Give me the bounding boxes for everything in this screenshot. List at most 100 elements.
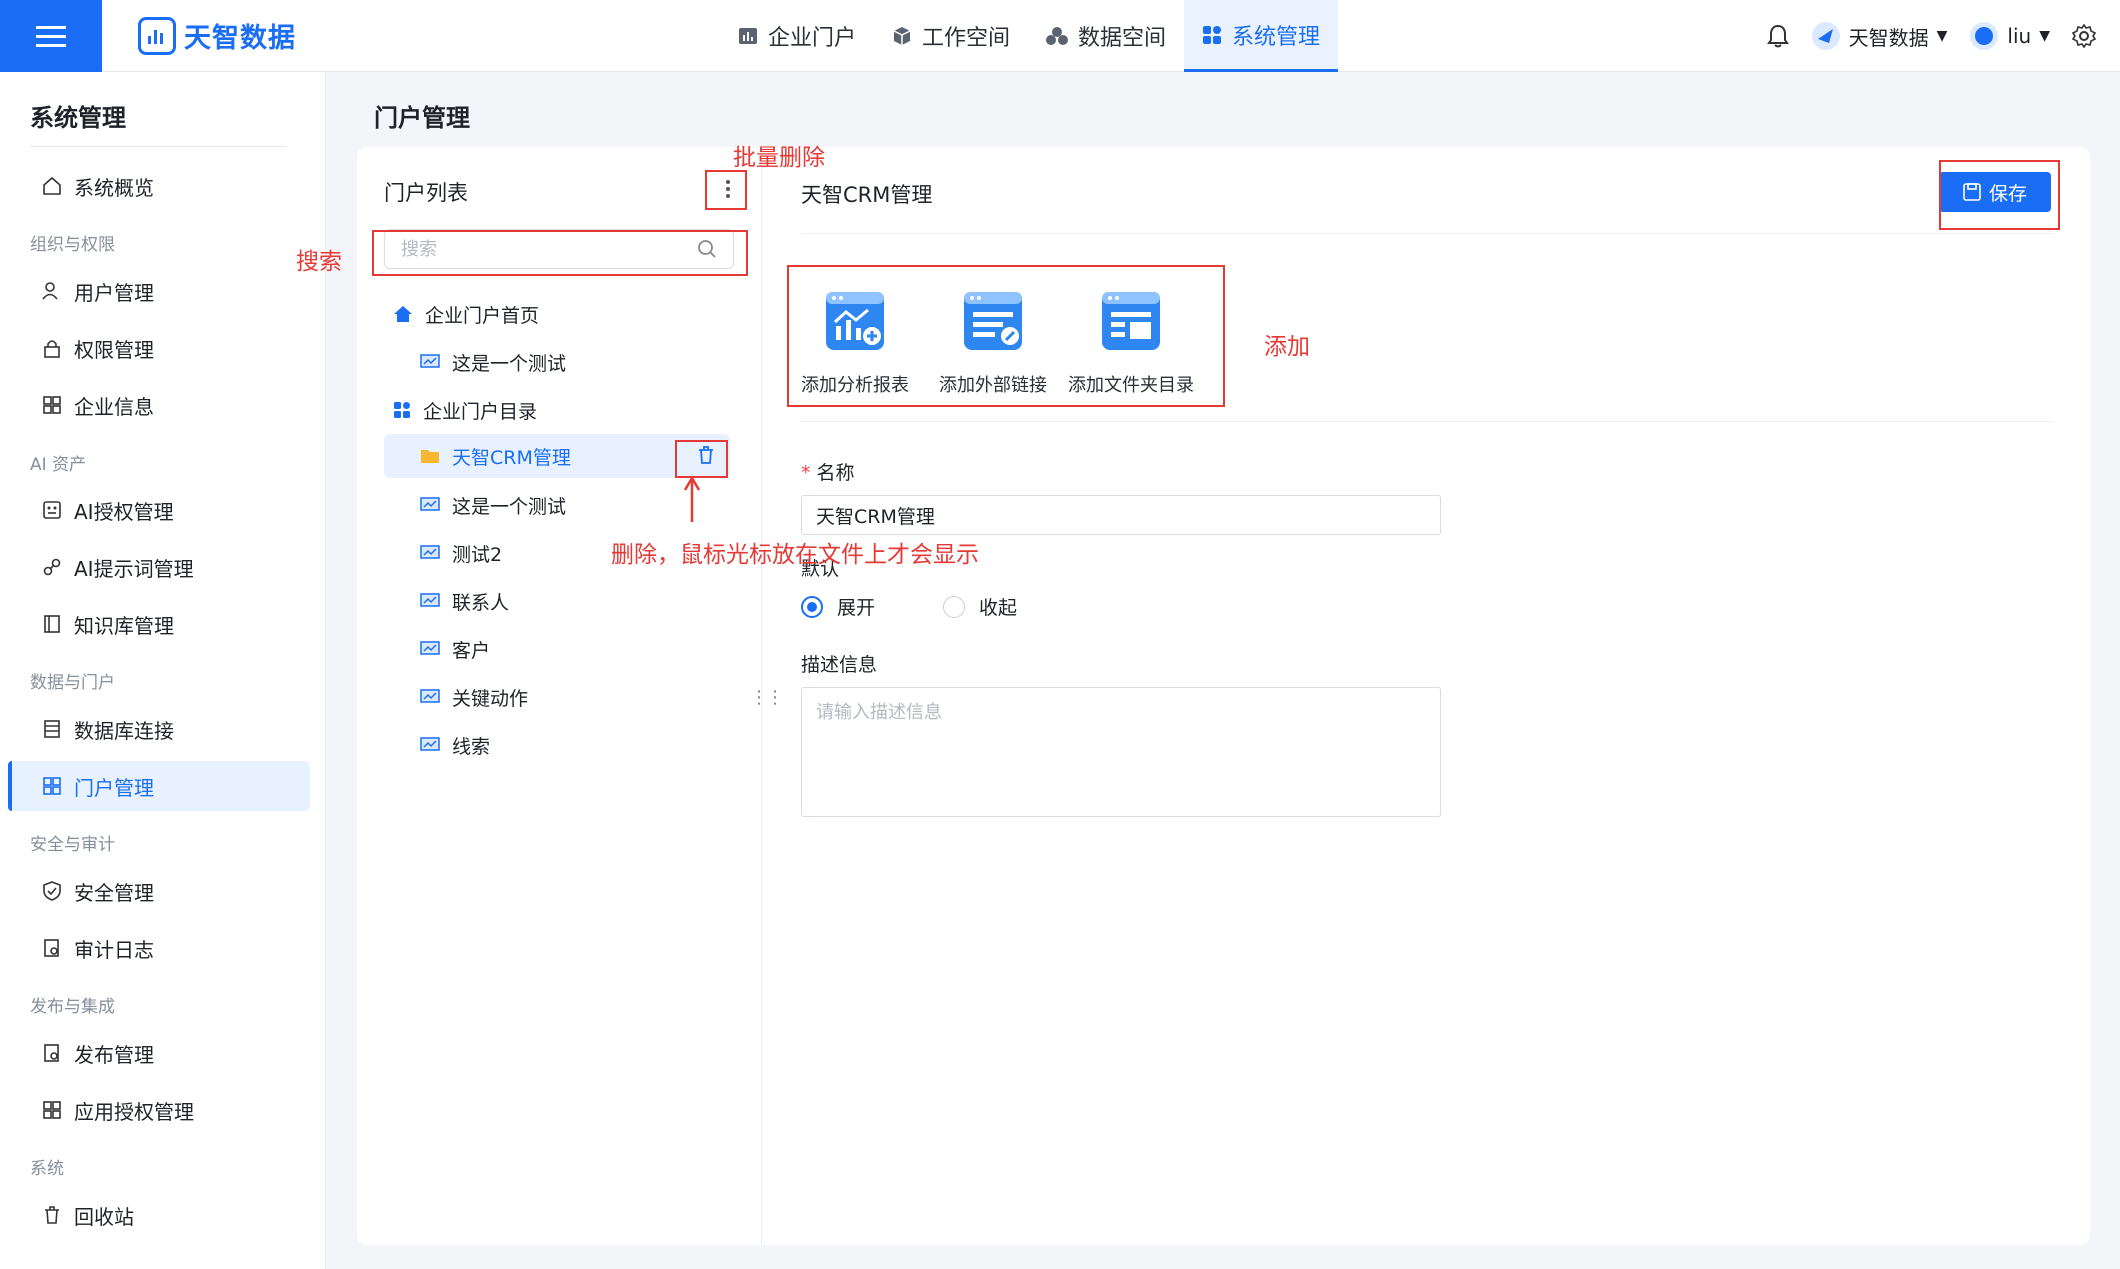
gear-icon — [2072, 24, 2096, 48]
sidebar-group-label: 系统 — [30, 1159, 64, 1179]
annotation-box-delete — [675, 440, 728, 478]
required-marker: * — [801, 462, 811, 484]
settings-button[interactable] — [2072, 24, 2096, 48]
drag-handle-icon[interactable]: ⋮⋮ — [750, 687, 784, 708]
bell-icon — [1766, 24, 1789, 48]
tree-node-report[interactable]: 测试2 — [420, 531, 502, 575]
sidebar-item-security[interactable]: 安全管理 — [8, 866, 310, 916]
user-menu[interactable]: liu ▼ — [1969, 21, 2050, 51]
document-search-icon — [44, 939, 59, 957]
bar-chart-icon — [739, 28, 757, 44]
report-chart-icon — [420, 641, 440, 655]
sidebar-item-users[interactable]: 用户管理 — [8, 266, 310, 316]
org-avatar-icon — [1811, 22, 1840, 50]
expand-radio[interactable] — [801, 595, 823, 618]
nav-tab-enterprise-portal[interactable]: 企业门户 — [720, 0, 874, 72]
tree-node-report[interactable]: 线索 — [420, 723, 490, 767]
tree-node-portal-directory[interactable]: 企业门户目录 — [393, 388, 537, 432]
sidebar-item-overview[interactable]: 系统概览 — [8, 161, 310, 211]
expand-radio-label[interactable]: 展开 — [837, 593, 875, 620]
home-icon — [394, 306, 412, 322]
description-textarea[interactable] — [801, 687, 1441, 817]
menu-toggle-button[interactable] — [0, 0, 102, 72]
detail-title: 天智CRM管理 — [801, 183, 933, 207]
tree-node-label: 企业门户首页 — [425, 304, 540, 327]
brand-logo[interactable]: 天智数据 — [138, 16, 296, 55]
apps-icon — [43, 396, 61, 414]
collapse-radio-label[interactable]: 收起 — [979, 593, 1017, 620]
org-switcher[interactable]: 天智数据 ▼ — [1811, 21, 1947, 51]
report-chart-icon — [420, 737, 440, 751]
grid-icon — [394, 402, 410, 418]
sidebar-item-ai-prompts[interactable]: AI提示词管理 — [8, 542, 310, 592]
tree-node-report[interactable]: 这是一个测试 — [420, 483, 566, 527]
name-field-label: * 名称 — [801, 458, 855, 485]
report-chart-icon — [420, 689, 440, 703]
nav-tab-system-management[interactable]: 系统管理 — [1184, 0, 1339, 72]
tree-node-report[interactable]: 联系人 — [420, 579, 509, 623]
report-chart-icon — [420, 354, 440, 368]
annotation-search: 搜索 — [296, 249, 342, 275]
cubes-icon — [1046, 27, 1069, 45]
caret-down-icon: ▼ — [2039, 28, 2050, 44]
report-chart-icon — [420, 593, 440, 607]
notification-button[interactable] — [1766, 24, 1789, 48]
sidebar-item-permissions[interactable]: 权限管理 — [8, 323, 310, 373]
tree-node-label: 企业门户目录 — [423, 400, 538, 423]
main-nav: 企业门户 工作空间 数据空间 系统管理 — [720, 0, 1339, 72]
annotation-add: 添加 — [1264, 334, 1310, 360]
folder-icon — [421, 450, 439, 463]
annotation-box-save — [1939, 160, 2060, 230]
sidebar-item-label: AI授权管理 — [74, 499, 174, 524]
sidebar-item-audit-log[interactable]: 审计日志 — [8, 923, 310, 973]
sidebar-item-portal-management[interactable]: 门户管理 — [8, 761, 310, 811]
sidebar-item-app-auth[interactable]: 应用授权管理 — [8, 1085, 310, 1135]
top-bar: 天智数据 企业门户 工作空间 数据空间 系统管理 天智数据 ▼ liu ▼ — [0, 0, 2120, 72]
document-search-icon — [44, 1044, 59, 1062]
report-chart-icon — [420, 545, 440, 559]
sidebar-item-label: AI提示词管理 — [74, 556, 194, 581]
annotation-box-search — [372, 230, 748, 276]
annotation-delete-hint: 删除，鼠标光标放在文件上才会显示 — [611, 542, 979, 568]
sidebar-item-label: 审计日志 — [74, 937, 154, 962]
default-radio-group: 展开 收起 — [801, 593, 1017, 620]
portal-tree-pane: 门户列表 企业门户首页 这是一个测试 企业门户目录 天智CRM管理 这是一个测试 — [357, 147, 784, 1245]
name-input[interactable] — [801, 495, 1441, 535]
user-avatar-icon — [1970, 22, 1999, 50]
sidebar-group-label: 发布与集成 — [30, 997, 115, 1017]
sidebar-item-label: 数据库连接 — [74, 718, 174, 743]
tree-title: 门户列表 — [384, 181, 468, 205]
tree-node-label: 天智CRM管理 — [452, 446, 571, 469]
nav-tab-workspace[interactable]: 工作空间 — [874, 0, 1028, 72]
tree-node-label: 关键动作 — [452, 687, 529, 710]
sidebar-item-knowledge-base[interactable]: 知识库管理 — [8, 599, 310, 649]
tree-node-report[interactable]: 这是一个测试 — [420, 340, 566, 384]
sidebar-group-label: 安全与审计 — [30, 835, 115, 855]
sidebar-item-recycle-bin[interactable]: 回收站 — [8, 1190, 310, 1240]
collapse-radio[interactable] — [943, 595, 966, 618]
sidebar-divider — [30, 146, 286, 147]
org-name: 天智数据 — [1848, 25, 1929, 50]
sidebar-group-label: 数据与门户 — [30, 673, 115, 693]
tree-node-portal-home[interactable]: 企业门户首页 — [393, 292, 539, 336]
nav-tab-label: 企业门户 — [768, 26, 857, 51]
sidebar-item-label: 发布管理 — [74, 1042, 154, 1067]
tree-node-report[interactable]: 关键动作 — [420, 675, 528, 719]
sidebar: 系统管理 系统概览 组织与权限 用户管理 权限管理 企业信息 AI 资产 AI授… — [0, 72, 326, 1269]
report-chart-icon — [420, 497, 440, 511]
tree-node-label: 线索 — [452, 735, 491, 758]
sidebar-item-enterprise-info[interactable]: 企业信息 — [8, 380, 310, 430]
logo-icon — [138, 16, 176, 55]
tree-node-report[interactable]: 客户 — [420, 627, 490, 671]
link-icon — [43, 558, 61, 576]
grid-icon — [1203, 25, 1222, 44]
sidebar-item-ai-auth[interactable]: AI授权管理 — [8, 485, 310, 535]
sidebar-item-label: 应用授权管理 — [74, 1099, 194, 1124]
sidebar-item-release[interactable]: 发布管理 — [8, 1028, 310, 1078]
shield-icon — [43, 881, 61, 901]
users-icon — [42, 282, 58, 300]
lock-icon — [44, 340, 60, 358]
nav-tab-data-space[interactable]: 数据空间 — [1028, 0, 1184, 72]
sidebar-title: 系统管理 — [30, 104, 126, 132]
sidebar-item-database[interactable]: 数据库连接 — [8, 704, 310, 754]
